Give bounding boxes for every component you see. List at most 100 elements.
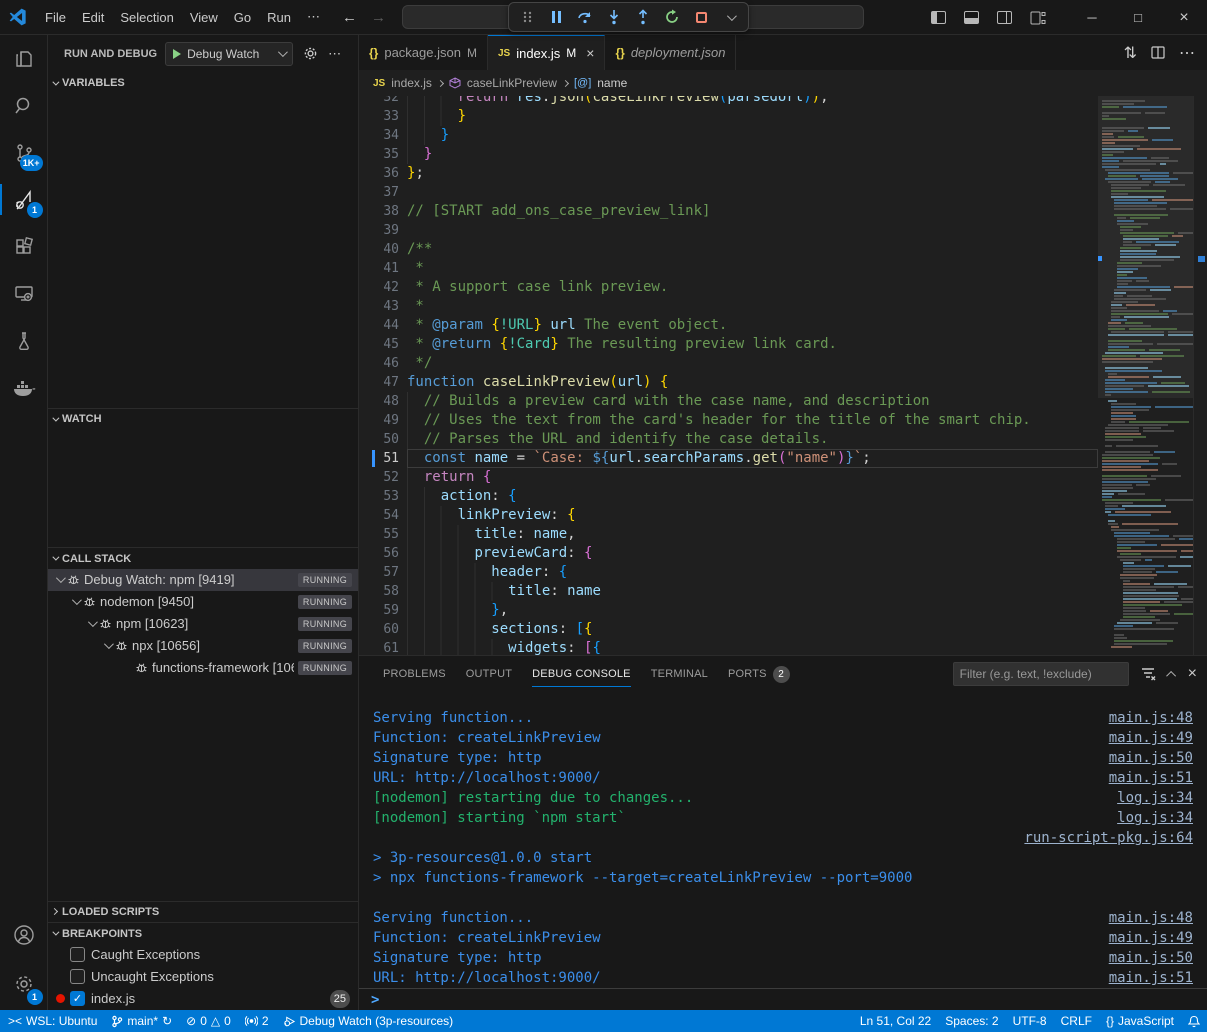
code-line[interactable]: 55 title: name, xyxy=(359,525,1098,544)
breakpoint-row[interactable]: Caught Exceptions xyxy=(48,944,358,966)
console-source-link[interactable]: log.js:34 xyxy=(1117,790,1193,806)
menu-go[interactable]: Go xyxy=(226,6,259,29)
code-line[interactable]: 33 } xyxy=(359,107,1098,126)
debug-config-dropdown[interactable]: Debug Watch xyxy=(165,42,293,66)
debug-session-chevron-icon[interactable] xyxy=(718,5,742,29)
breadcrumb-symbol[interactable]: name xyxy=(597,76,627,90)
menu-selection[interactable]: Selection xyxy=(112,6,181,29)
code-line[interactable]: 39 xyxy=(359,221,1098,240)
step-out-button[interactable] xyxy=(631,5,655,29)
code-line[interactable]: 32 return res.json(caseLinkPreview(parse… xyxy=(359,96,1098,107)
run-and-debug-icon[interactable]: 1 xyxy=(0,176,48,223)
breadcrumb-file[interactable]: index.js xyxy=(391,76,432,90)
code-line[interactable]: 47function caseLinkPreview(url) { xyxy=(359,373,1098,392)
menu-more-button[interactable]: ⋯ xyxy=(299,5,328,29)
code-line[interactable]: 40/** xyxy=(359,240,1098,259)
code-line[interactable]: 46 */ xyxy=(359,354,1098,373)
watch-section-header[interactable]: WATCH xyxy=(48,408,358,430)
call-stack-session[interactable]: Debug Watch: npm [9419]RUNNING xyxy=(48,569,358,591)
code-line[interactable]: 51 const name = `Case: ${url.searchParam… xyxy=(359,449,1098,468)
status-0[interactable]: ⊘0△0 xyxy=(179,1010,238,1032)
panel-tab-debug-console[interactable]: DEBUG CONSOLE xyxy=(522,656,641,692)
toggle-sidebar-icon[interactable] xyxy=(931,11,946,24)
code-line[interactable]: 35 } xyxy=(359,145,1098,164)
toolbar-drag-handle[interactable] xyxy=(515,5,539,29)
status-utf-8[interactable]: UTF-8 xyxy=(1006,1010,1054,1032)
step-into-button[interactable] xyxy=(602,5,626,29)
start-debug-icon[interactable] xyxy=(173,49,181,59)
close-button[interactable]: × xyxy=(1161,0,1207,35)
breakpoint-row[interactable]: ✓index.js25 xyxy=(48,988,358,1010)
minimize-button[interactable]: ─ xyxy=(1069,0,1115,35)
code-line[interactable]: 45 * @return {!Card} The resulting previ… xyxy=(359,335,1098,354)
console-source-link[interactable]: main.js:50 xyxy=(1109,750,1193,766)
tab-package.json[interactable]: {}package.jsonM xyxy=(359,35,488,70)
editor-more-icon[interactable]: ⋯ xyxy=(1179,43,1195,63)
status-bell[interactable] xyxy=(1181,1010,1207,1032)
loaded-scripts-section-header[interactable]: LOADED SCRIPTS xyxy=(48,901,358,923)
code-line[interactable]: 54 linkPreview: { xyxy=(359,506,1098,525)
remote-explorer-icon[interactable] xyxy=(0,270,48,317)
toggle-panel-icon[interactable] xyxy=(964,11,979,24)
panel-tab-output[interactable]: OUTPUT xyxy=(456,656,522,692)
nav-back-button[interactable]: ← xyxy=(342,9,357,26)
code-line[interactable]: 44 * @param {!URL} url The event object. xyxy=(359,316,1098,335)
panel-tab-ports[interactable]: PORTS2 xyxy=(718,656,800,692)
nav-forward-button[interactable]: → xyxy=(371,9,386,26)
status-2[interactable]: 2 xyxy=(238,1010,276,1032)
testing-icon[interactable] xyxy=(0,317,48,364)
code-line[interactable]: 38// [START add_ons_case_preview_link] xyxy=(359,202,1098,221)
breakpoint-checkbox[interactable] xyxy=(70,969,85,984)
tab-index.js[interactable]: JSindex.jsM× xyxy=(488,35,606,70)
minimap[interactable] xyxy=(1098,96,1193,655)
views-more-icon[interactable]: ⋯ xyxy=(328,46,341,62)
code-line[interactable]: 34 } xyxy=(359,126,1098,145)
overview-ruler[interactable] xyxy=(1193,96,1207,655)
console-filter-input[interactable] xyxy=(953,662,1129,686)
call-stack-session[interactable]: nodemon [9450]RUNNING xyxy=(48,591,358,613)
close-tab-icon[interactable]: × xyxy=(586,45,594,61)
breakpoints-section-header[interactable]: BREAKPOINTS xyxy=(48,922,358,944)
status-spaces-2[interactable]: Spaces: 2 xyxy=(938,1010,1005,1032)
status-wsl-ubuntu[interactable]: ><WSL: Ubuntu xyxy=(0,1010,104,1032)
console-source-link[interactable]: main.js:50 xyxy=(1109,950,1193,966)
console-source-link[interactable]: main.js:48 xyxy=(1109,710,1193,726)
extensions-icon[interactable] xyxy=(0,223,48,270)
code-line[interactable]: 53 action: { xyxy=(359,487,1098,506)
panel-tab-terminal[interactable]: TERMINAL xyxy=(641,656,718,692)
code-line[interactable]: 37 xyxy=(359,183,1098,202)
maximize-panel-icon[interactable] xyxy=(1169,671,1176,678)
status-main[interactable]: main*↻ xyxy=(104,1010,179,1032)
call-stack-session[interactable]: functions-framework [106...RUNNING xyxy=(48,657,358,679)
toggle-secondary-sidebar-icon[interactable] xyxy=(997,11,1012,24)
code-line[interactable]: 48 // Builds a preview card with the cas… xyxy=(359,392,1098,411)
breakpoint-row[interactable]: Uncaught Exceptions xyxy=(48,966,358,988)
source-control-icon[interactable]: 1K+ xyxy=(0,129,48,176)
debug-settings-gear-icon[interactable] xyxy=(303,46,318,61)
code-editor[interactable]: 32 return res.json(caseLinkPreview(parse… xyxy=(359,96,1207,655)
split-editor-icon[interactable] xyxy=(1151,46,1165,59)
code-line[interactable]: 36}; xyxy=(359,164,1098,183)
open-changes-icon[interactable]: ⇅ xyxy=(1124,43,1137,63)
restart-button[interactable] xyxy=(660,5,684,29)
breadcrumb[interactable]: JS index.js caseLinkPreview [@] name xyxy=(359,70,1207,96)
panel-tab-problems[interactable]: PROBLEMS xyxy=(373,656,456,692)
tab-deployment.json[interactable]: {}deployment.json xyxy=(605,35,736,70)
call-stack-session[interactable]: npm [10623]RUNNING xyxy=(48,613,358,635)
settings-gear-icon[interactable]: 1 xyxy=(0,958,48,1010)
console-source-link[interactable]: main.js:48 xyxy=(1109,910,1193,926)
console-source-link[interactable]: main.js:49 xyxy=(1109,730,1193,746)
code-line[interactable]: 49 // Uses the text from the card's head… xyxy=(359,411,1098,430)
accounts-icon[interactable] xyxy=(0,911,48,958)
search-icon[interactable] xyxy=(0,82,48,129)
call-stack-session[interactable]: npx [10656]RUNNING xyxy=(48,635,358,657)
debug-console-repl[interactable]: > xyxy=(359,988,1207,1010)
maximize-button[interactable]: □ xyxy=(1115,0,1161,35)
code-line[interactable]: 57 header: { xyxy=(359,563,1098,582)
breadcrumb-symbol-parent[interactable]: caseLinkPreview xyxy=(467,76,557,90)
code-line[interactable]: 43 * xyxy=(359,297,1098,316)
code-line[interactable]: 59 }, xyxy=(359,601,1098,620)
console-source-link[interactable]: main.js:49 xyxy=(1109,930,1193,946)
close-panel-icon[interactable]: × xyxy=(1188,665,1197,683)
code-line[interactable]: 60 sections: [{ xyxy=(359,620,1098,639)
